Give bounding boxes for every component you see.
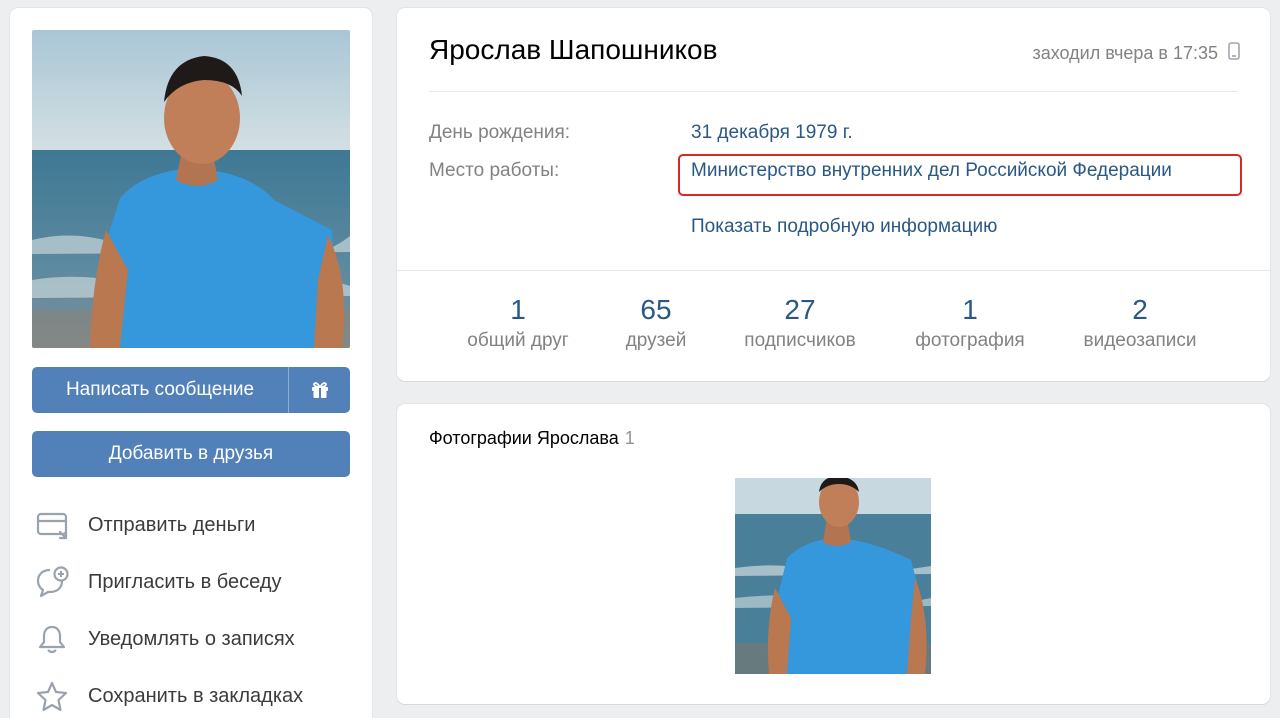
counters-divider bbox=[397, 270, 1270, 271]
last-seen-status: заходил вчера в 17:35 bbox=[1032, 42, 1240, 65]
counter-value: 27 bbox=[784, 294, 816, 325]
show-more-info-link[interactable]: Показать подробную информацию bbox=[691, 216, 997, 238]
photos-count: 1 bbox=[624, 428, 635, 448]
profile-avatar[interactable] bbox=[32, 30, 350, 348]
send-money-icon bbox=[36, 507, 72, 543]
left-column-card: Написать сообщение Добавить в друзья Отп… bbox=[10, 8, 372, 718]
birthday-label: День рождения: bbox=[429, 122, 571, 143]
add-friend-button[interactable]: Добавить в друзья bbox=[32, 431, 350, 477]
action-label: Пригласить в беседу bbox=[88, 570, 282, 593]
profile-info-card: Ярослав Шапошников заходил вчера в 17:35… bbox=[397, 8, 1270, 381]
work-highlight-box bbox=[678, 154, 1242, 196]
counter-label: видеозаписи bbox=[1083, 330, 1197, 351]
action-send-money[interactable]: Отправить деньги bbox=[36, 505, 356, 545]
counter-value: 1 bbox=[510, 294, 526, 325]
counter-value: 1 bbox=[962, 294, 978, 325]
action-invite-chat[interactable]: Пригласить в беседу bbox=[36, 562, 356, 602]
counter-value: 65 bbox=[640, 294, 672, 325]
star-icon bbox=[36, 678, 72, 714]
counter-label: подписчиков bbox=[744, 330, 856, 351]
counter-label: общий друг bbox=[467, 330, 569, 351]
write-message-button[interactable]: Написать сообщение bbox=[32, 367, 350, 413]
action-notify-posts[interactable]: Уведомлять о записях bbox=[36, 619, 356, 659]
counter-label: фотография bbox=[915, 330, 1025, 351]
birthday-link[interactable]: 31 декабря 1979 г. bbox=[691, 122, 853, 144]
mobile-phone-icon bbox=[1228, 42, 1240, 65]
bell-icon bbox=[36, 621, 72, 657]
gift-icon[interactable] bbox=[289, 367, 350, 413]
header-divider bbox=[429, 91, 1238, 92]
photo-image bbox=[735, 478, 931, 674]
profile-name: Ярослав Шапошников bbox=[429, 34, 718, 65]
invite-chat-icon bbox=[36, 564, 72, 600]
photos-header[interactable]: Фотографии Ярослава 1 bbox=[429, 428, 635, 449]
work-label: Место работы: bbox=[429, 160, 560, 181]
action-label: Сохранить в закладках bbox=[88, 684, 304, 707]
last-seen-text: заходил вчера в 17:35 bbox=[1032, 43, 1218, 63]
photos-card: Фотографии Ярослава 1 bbox=[397, 404, 1270, 704]
action-label: Уведомлять о записях bbox=[88, 627, 295, 650]
counter-value: 2 bbox=[1132, 294, 1148, 325]
action-bookmark[interactable]: Сохранить в закладках bbox=[36, 676, 356, 716]
counters-bar: 1 общий друг 65 друзей 27 подписчиков 1 … bbox=[397, 294, 1270, 364]
avatar-photo bbox=[32, 30, 350, 348]
photo-thumbnail[interactable] bbox=[735, 478, 931, 674]
action-label: Отправить деньги bbox=[88, 513, 256, 536]
write-message-label: Написать сообщение bbox=[65, 379, 255, 400]
counter-label: друзей bbox=[625, 330, 687, 351]
photos-title: Фотографии Ярослава bbox=[429, 428, 619, 448]
